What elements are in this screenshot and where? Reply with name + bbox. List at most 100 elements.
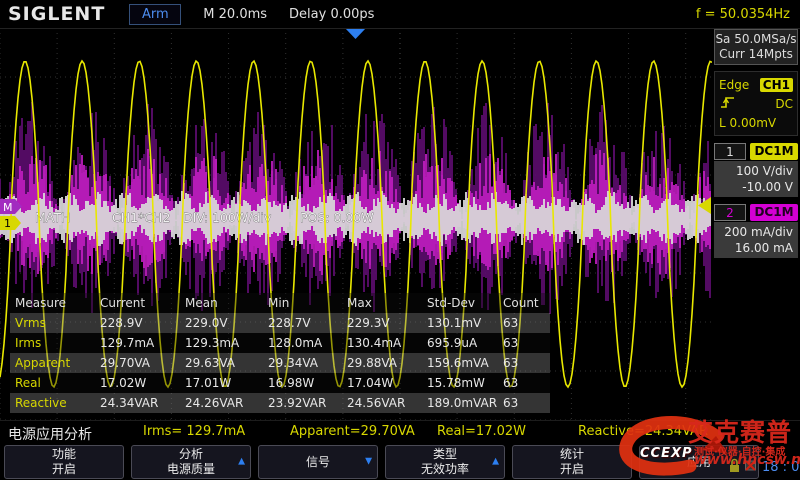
chevron-up-icon: ▲ <box>492 455 499 470</box>
trigger-status-badge: Arm <box>129 4 181 25</box>
timebase-readout[interactable]: M 20.0ms <box>203 7 267 22</box>
softkey-label: 统计 <box>513 447 631 462</box>
oscilloscope-screen: SIGLENT Arm M 20.0ms Delay 0.00ps f = 50… <box>0 0 800 480</box>
measure-value: 63 <box>503 316 548 330</box>
channel2-box[interactable]: 2 DC1M 200 mA/div 16.00 mA <box>714 204 798 258</box>
measure-value: 24.34VAR <box>100 396 185 410</box>
frequency-counter: f = 50.0354Hz <box>696 7 790 22</box>
channel2-number-badge[interactable]: 2 <box>714 204 746 221</box>
measure-value: 129.7mA <box>100 336 185 350</box>
measure-table: MeasureCurrentMeanMinMaxStd-DevCountVrms… <box>10 293 550 413</box>
measure-value: 229.0V <box>185 316 268 330</box>
channel1-scale: 100 V/div <box>719 163 793 179</box>
channel2-coupling-badge[interactable]: DC1M <box>750 204 798 221</box>
channel1-box[interactable]: 1 DC1M 100 V/div -10.00 V <box>714 143 798 197</box>
trigger-position-icon <box>345 28 366 39</box>
svg-text:POS: 0.00W: POS: 0.00W <box>300 210 374 225</box>
trigger-type: Edge <box>719 78 749 92</box>
softkey-label: 类型 <box>386 447 504 462</box>
softkey-value: 电源质量 <box>132 462 250 477</box>
chevron-up-icon: ▲ <box>238 455 245 470</box>
table-row: Real17.02W17.01W16.98W17.04W15.78mW63 <box>10 373 550 393</box>
channel1-coupling-badge[interactable]: DC1M <box>750 143 798 160</box>
measure-name: Vrms <box>10 316 100 330</box>
memory-depth: Curr 14Mpts <box>715 47 797 62</box>
measure-name: Measure <box>10 296 100 310</box>
softkey-menu: 功能开启分析电源质量▲信号▼类型无效功率▲统计开启应用 <box>0 443 800 480</box>
measure-value: 229.3V <box>347 316 427 330</box>
clock: 18 : 05 <box>762 460 800 475</box>
table-row: Apparent29.70VA29.63VA29.34VA29.88VA159.… <box>10 353 550 373</box>
channel1-offset: -10.00 V <box>719 179 793 195</box>
measure-value: 17.04W <box>347 376 427 390</box>
softkey-button-5[interactable]: 统计开启 <box>512 445 632 479</box>
trigger-slope-icon <box>719 95 737 113</box>
measure-value: 29.63VA <box>185 356 268 370</box>
measure-value: 17.01W <box>185 376 268 390</box>
trigger-source-badge: CH1 <box>760 78 793 92</box>
svg-text:1: 1 <box>4 217 11 230</box>
measure-value: Current <box>100 296 185 310</box>
measure-value: 15.78mW <box>427 376 503 390</box>
measure-value: Mean <box>185 296 268 310</box>
app-title: 电源应用分析 <box>8 424 92 444</box>
measure-value: 228.9V <box>100 316 185 330</box>
corner-status: 18 : 05 <box>728 455 800 479</box>
table-header-row: MeasureCurrentMeanMinMaxStd-DevCount <box>10 293 550 313</box>
softkey-value: 开启 <box>513 462 631 477</box>
measure-name: Reactive <box>10 396 100 410</box>
softkey-button-3[interactable]: 信号▼ <box>258 445 378 479</box>
measure-value: Min <box>268 296 347 310</box>
status-real: Real=17.02W <box>437 424 526 439</box>
measure-value: 23.92VAR <box>268 396 347 410</box>
svg-text:CH1*CH2: CH1*CH2 <box>112 210 170 225</box>
measure-value: 17.02W <box>100 376 185 390</box>
measure-value: 189.0mVAR <box>427 396 503 410</box>
delay-readout[interactable]: Delay 0.00ps <box>289 7 374 22</box>
usb-disconnected-icon[interactable] <box>743 458 758 477</box>
acquisition-info-box: Sa 50.0MSa/s Curr 14Mpts <box>714 29 798 65</box>
sample-rate: Sa 50.0MSa/s <box>715 32 797 47</box>
top-bar: SIGLENT Arm M 20.0ms Delay 0.00ps f = 50… <box>0 0 800 29</box>
chevron-down-icon: ▼ <box>365 455 372 470</box>
table-row: Irms129.7mA129.3mA128.0mA130.4mA695.9uA6… <box>10 333 550 353</box>
measure-value: 29.88VA <box>347 356 427 370</box>
measure-value: 63 <box>503 356 548 370</box>
softkey-button-2[interactable]: 分析电源质量▲ <box>131 445 251 479</box>
measure-value: 130.4mA <box>347 336 427 350</box>
math-label: MATH <box>35 210 70 225</box>
lock-icon[interactable] <box>728 458 741 477</box>
measure-value: 29.34VA <box>268 356 347 370</box>
right-info-panel: Sa 50.0MSa/s Curr 14Mpts Edge CH1 DC L 0… <box>712 28 800 420</box>
channel1-number-badge[interactable]: 1 <box>714 143 746 160</box>
measure-value: 159.6mVA <box>427 356 503 370</box>
channel2-offset: 16.00 mA <box>719 240 793 256</box>
measure-value: 16.98W <box>268 376 347 390</box>
softkey-label: 信号 <box>259 455 377 470</box>
siglent-logo: SIGLENT <box>8 3 105 25</box>
softkey-button-4[interactable]: 类型无效功率▲ <box>385 445 505 479</box>
measure-value: 128.0mA <box>268 336 347 350</box>
measure-name: Apparent <box>10 356 100 370</box>
softkey-button-1[interactable]: 功能开启 <box>4 445 124 479</box>
softkey-value: 开启 <box>5 462 123 477</box>
table-row: Vrms228.9V229.0V228.7V229.3V130.1mV63 <box>10 313 550 333</box>
measure-value: 130.1mV <box>427 316 503 330</box>
measure-value: 63 <box>503 396 548 410</box>
svg-text:DIV: 100W/div: DIV: 100W/div <box>183 210 272 225</box>
measure-value: 695.9uA <box>427 336 503 350</box>
trigger-level: L 0.00mV <box>719 116 776 130</box>
trigger-info-box[interactable]: Edge CH1 DC L 0.00mV <box>714 71 798 136</box>
status-irms: Irms= 129.7mA <box>143 424 245 439</box>
measure-value: Max <box>347 296 427 310</box>
measure-value: 63 <box>503 376 548 390</box>
svg-text:M: M <box>3 201 13 214</box>
measure-value: 228.7V <box>268 316 347 330</box>
measure-name: Irms <box>10 336 100 350</box>
status-reactive: Reactive=24.34VAR <box>578 424 708 439</box>
status-bar: 电源应用分析 Irms= 129.7mA Apparent=29.70VA Re… <box>0 420 800 444</box>
measure-value: 29.70VA <box>100 356 185 370</box>
measure-value: 24.56VAR <box>347 396 427 410</box>
softkey-value: 无效功率 <box>386 462 504 477</box>
measure-name: Real <box>10 376 100 390</box>
